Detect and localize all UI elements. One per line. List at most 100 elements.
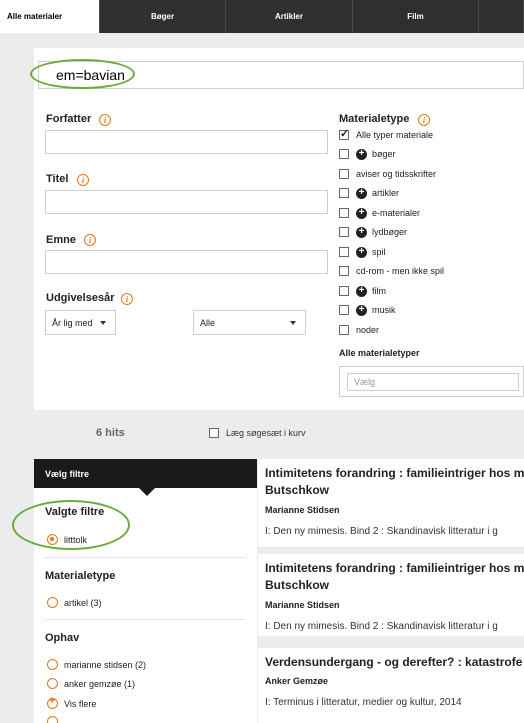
- result-author[interactable]: Anker Gemzøe: [265, 676, 328, 686]
- selected-filter-item[interactable]: litttolk: [47, 534, 87, 545]
- material-option[interactable]: cd-rom - men ikke spil: [339, 264, 444, 278]
- result-source: I: Den ny mimesis. Bind 2 : Skandinavisk…: [265, 526, 498, 537]
- checkbox[interactable]: [339, 286, 349, 296]
- ophav-filter-label: marianne stidsen (2): [64, 659, 147, 670]
- info-icon[interactable]: i: [418, 114, 430, 126]
- material-option[interactable]: aviser og tidsskrifter: [339, 167, 436, 181]
- result-item[interactable]: Intimitetens forandring : familieintrige…: [258, 554, 524, 636]
- expand-plus-icon[interactable]: +: [356, 285, 367, 297]
- basket-label: Læg søgesæt i kurv: [226, 428, 306, 438]
- title-label: Titel: [46, 173, 69, 185]
- tab-more[interactable]: [479, 0, 524, 33]
- divider: [44, 557, 245, 558]
- tab-film[interactable]: Film: [353, 0, 479, 33]
- checkbox[interactable]: [339, 169, 349, 179]
- checkbox[interactable]: [339, 149, 349, 159]
- search-input[interactable]: em=bavian: [38, 61, 524, 89]
- material-select-input[interactable]: Vælg: [347, 373, 519, 391]
- info-icon[interactable]: i: [99, 114, 111, 126]
- expand-plus-icon[interactable]: +: [356, 246, 367, 258]
- checkbox[interactable]: [339, 325, 349, 335]
- material-option-label: artikler: [372, 188, 400, 198]
- material-option[interactable]: + bøger: [339, 147, 396, 161]
- result-source: I: Den ny mimesis. Bind 2 : Skandinavisk…: [265, 621, 498, 632]
- title-field[interactable]: [45, 190, 328, 214]
- material-option-label: aviser og tidsskrifter: [356, 169, 437, 179]
- year-mode-value: År lig med: [52, 317, 93, 328]
- year-mode-select[interactable]: År lig med: [45, 310, 116, 335]
- result-author[interactable]: Marianne Stidsen: [265, 505, 340, 515]
- tab-articles[interactable]: Artikler: [226, 0, 353, 33]
- radio-selected-icon[interactable]: [47, 534, 58, 545]
- filter-header[interactable]: Vælg filtre: [34, 459, 257, 488]
- checkbox[interactable]: [339, 247, 349, 257]
- subject-field[interactable]: [45, 250, 328, 274]
- info-icon[interactable]: i: [121, 293, 133, 305]
- material-option-label: Alle typer materiale: [356, 130, 434, 140]
- hits-count: 6 hits: [96, 427, 125, 439]
- expand-plus-icon[interactable]: +: [356, 226, 367, 238]
- filter-arrow-icon: [139, 488, 155, 496]
- expand-plus-icon[interactable]: +: [356, 207, 367, 219]
- material-option-label: cd-rom - men ikke spil: [356, 266, 445, 276]
- result-title[interactable]: Intimitetens forandring : familieintrige…: [265, 560, 524, 594]
- ophav-filter-item[interactable]: anker gemzøe (1): [47, 678, 135, 689]
- info-icon[interactable]: i: [84, 234, 96, 246]
- material-option-label: noder: [356, 325, 380, 335]
- author-field[interactable]: [45, 130, 328, 154]
- ophav-filter-item[interactable]: marianne stidsen (2): [47, 659, 146, 670]
- tab-all-materials[interactable]: Alle materialer: [0, 0, 100, 33]
- search-query: em=bavian: [56, 67, 125, 83]
- radio-icon[interactable]: [47, 678, 58, 689]
- materialtype-filter-item[interactable]: artikel (3): [47, 597, 102, 608]
- material-option[interactable]: + artikler: [339, 186, 399, 200]
- material-option[interactable]: + spil: [339, 245, 386, 259]
- all-material-types-label: Alle materialetyper: [339, 348, 420, 358]
- material-option[interactable]: + e-materialer: [339, 206, 420, 220]
- result-author[interactable]: Marianne Stidsen: [265, 600, 340, 610]
- material-option-label: spil: [372, 247, 386, 257]
- material-select-box: Vælg: [339, 366, 524, 397]
- result-title[interactable]: Intimitetens forandring : familieintrige…: [265, 465, 524, 499]
- material-type-label: Materialetype: [339, 113, 410, 125]
- year-value-select[interactable]: Alle: [193, 310, 306, 335]
- checkbox[interactable]: [339, 227, 349, 237]
- checkbox[interactable]: [339, 305, 349, 315]
- material-option-label: film: [372, 286, 386, 296]
- material-option[interactable]: noder: [339, 323, 379, 337]
- material-option[interactable]: + film: [339, 284, 386, 298]
- filter-header-label: Vælg filtre: [45, 468, 90, 479]
- plus-circle-icon[interactable]: [47, 695, 58, 709]
- show-more-filters[interactable]: Vis flere: [47, 695, 96, 709]
- expand-plus-icon[interactable]: +: [356, 148, 367, 160]
- checkbox[interactable]: [339, 127, 349, 140]
- selected-filters-heading: Valgte filtre: [45, 506, 105, 518]
- expand-plus-icon[interactable]: +: [356, 304, 367, 316]
- ophav-filter-item[interactable]: [47, 716, 64, 723]
- divider: [44, 619, 245, 620]
- result-title[interactable]: Verdensundergang - og derefter? : katast…: [265, 654, 524, 671]
- material-option-label: lydbøger: [372, 227, 408, 237]
- material-option[interactable]: + musik: [339, 303, 396, 317]
- author-label: Forfatter: [46, 113, 92, 125]
- radio-icon[interactable]: [47, 659, 58, 670]
- expand-plus-icon[interactable]: +: [356, 187, 367, 199]
- checkbox[interactable]: [339, 208, 349, 218]
- checkbox[interactable]: [339, 266, 349, 276]
- ophav-filter-label: anker gemzøe (1): [64, 678, 136, 689]
- material-option[interactable]: Alle typer materiale: [339, 127, 434, 142]
- radio-icon[interactable]: [47, 716, 58, 723]
- info-icon[interactable]: i: [77, 174, 89, 186]
- selected-filter-label: litttolk: [64, 534, 88, 545]
- tab-books[interactable]: Bøger: [100, 0, 226, 33]
- basket-option[interactable]: Læg søgesæt i kurv: [209, 428, 306, 438]
- checkbox[interactable]: [339, 188, 349, 198]
- radio-icon[interactable]: [47, 597, 58, 608]
- result-source: I: Terminus i litteratur, medier og kult…: [265, 697, 462, 708]
- result-item[interactable]: Intimitetens forandring : familieintrige…: [258, 459, 524, 547]
- chevron-down-icon: [100, 321, 106, 325]
- result-item[interactable]: Verdensundergang - og derefter? : katast…: [258, 648, 524, 723]
- material-option[interactable]: + lydbøger: [339, 225, 407, 239]
- checkbox[interactable]: [209, 428, 219, 438]
- materialtype-filter-label: artikel (3): [64, 597, 102, 608]
